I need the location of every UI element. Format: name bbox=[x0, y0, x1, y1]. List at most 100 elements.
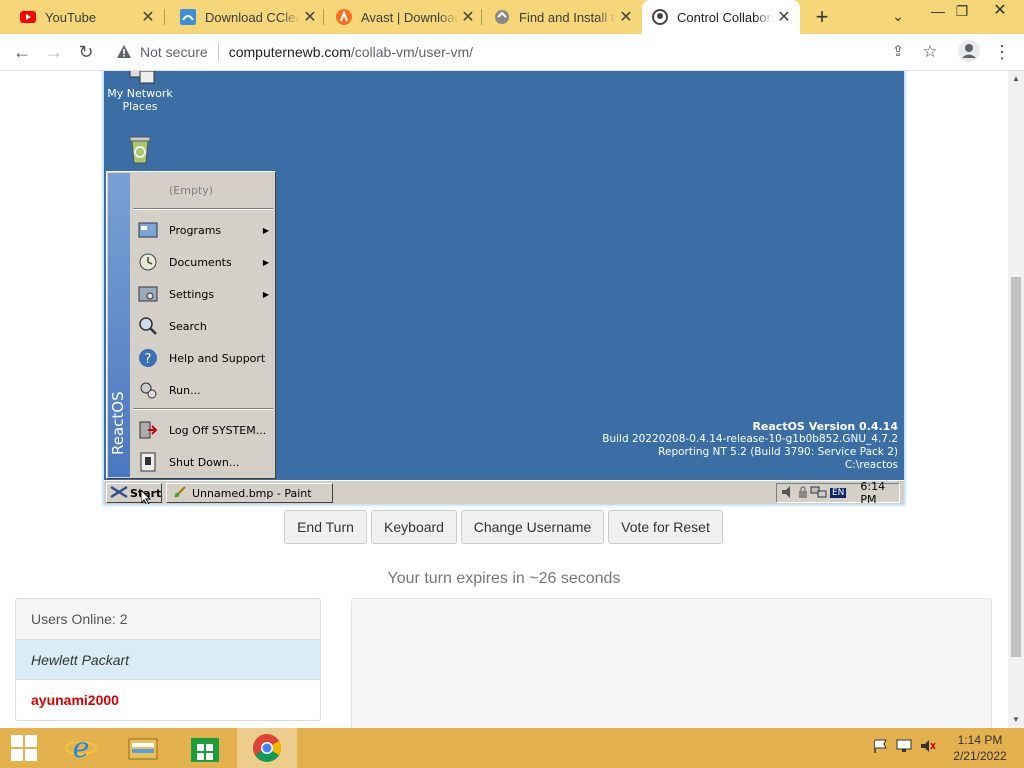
vote-reset-button[interactable]: Vote for Reset bbox=[608, 510, 723, 544]
forward-button[interactable]: → bbox=[42, 40, 66, 64]
menu-item-settings[interactable]: Settings ▶ bbox=[135, 280, 273, 308]
help-icon: ? bbox=[137, 347, 159, 369]
tab-title: Download CCleaner bbox=[205, 9, 300, 25]
tab-find-install[interactable]: Find and Install th ✕ bbox=[474, 0, 642, 34]
chrome-icon bbox=[253, 734, 281, 762]
internet-explorer-icon[interactable]: e bbox=[56, 728, 106, 768]
chrome-taskbar-button[interactable] bbox=[237, 728, 297, 768]
scroll-down-icon[interactable]: ▼ bbox=[1012, 715, 1020, 724]
network-tray-icon[interactable] bbox=[896, 738, 912, 759]
avast-icon bbox=[336, 9, 352, 25]
restore-button[interactable]: ❐ bbox=[946, 0, 978, 24]
menu-item-empty: (Empty) bbox=[169, 183, 214, 197]
users-online-header: Users Online: 2 bbox=[16, 599, 320, 640]
menu-item-label: Log Off SYSTEM... bbox=[169, 423, 267, 437]
store-icon[interactable] bbox=[180, 728, 230, 768]
scrollbar-thumb[interactable] bbox=[1011, 277, 1021, 657]
desktop-icon-label: My Network Places bbox=[107, 87, 173, 113]
end-turn-button[interactable]: End Turn bbox=[284, 510, 367, 544]
browser-toolbar: ← → ↻ Not secure computernewb.com/collab… bbox=[0, 34, 1024, 71]
shutdown-icon bbox=[137, 451, 159, 473]
lock-icon[interactable] bbox=[796, 485, 810, 502]
reactos-logo-icon bbox=[110, 485, 128, 502]
windows-taskbar: e 1:14 PM 2/21/2022 bbox=[0, 728, 1024, 768]
bookmark-star-icon[interactable]: ☆ bbox=[918, 40, 942, 64]
mouse-pointer-icon bbox=[140, 488, 152, 504]
language-indicator[interactable]: EN bbox=[830, 488, 847, 498]
install-icon bbox=[494, 9, 510, 25]
windows-start-button[interactable] bbox=[0, 728, 48, 768]
menu-kebab-icon[interactable]: ⋮ bbox=[990, 40, 1014, 64]
logoff-icon bbox=[137, 419, 159, 441]
menu-item-label: Shut Down... bbox=[169, 455, 240, 469]
menu-item-logoff[interactable]: Log Off SYSTEM... bbox=[135, 416, 273, 444]
submenu-arrow-icon: ▶ bbox=[262, 289, 269, 299]
desktop-icon-recycle-bin[interactable] bbox=[104, 133, 176, 167]
menu-item-programs[interactable]: Programs ▶ bbox=[135, 216, 273, 244]
back-button[interactable]: ← bbox=[10, 40, 34, 64]
browser-tab-strip: YouTube ✕ Download CCleaner ✕ Avast | Do… bbox=[0, 0, 1024, 34]
security-label: Not secure bbox=[140, 44, 208, 60]
tab-title: Find and Install th bbox=[519, 9, 616, 25]
users-panel: Users Online: 2 Hewlett Packart ayunami2… bbox=[15, 598, 321, 721]
reload-button[interactable]: ↻ bbox=[74, 40, 98, 64]
windows-clock[interactable]: 1:14 PM 2/21/2022 bbox=[944, 732, 1016, 764]
tab-title: Control Collabora bbox=[677, 9, 774, 25]
vm-taskbar-window-paint[interactable]: Unnamed.bmp - Paint bbox=[166, 483, 333, 503]
vm-taskbar: Start Unnamed.bmp - Paint EN 6:14 PM bbox=[104, 480, 904, 504]
desktop-icon-network-places[interactable]: My Network Places bbox=[104, 71, 176, 113]
recycle-bin-icon bbox=[104, 133, 176, 167]
menu-item-shutdown[interactable]: Shut Down... bbox=[135, 448, 273, 476]
clock-time: 1:14 PM bbox=[957, 733, 1003, 747]
start-menu: ReactOS (Empty) Programs ▶ Documents ▶ Set… bbox=[106, 171, 276, 479]
paint-icon bbox=[173, 485, 187, 502]
close-icon[interactable]: ✕ bbox=[138, 7, 158, 27]
menu-item-search[interactable]: Search bbox=[135, 312, 273, 340]
user-row-hewlett-packart[interactable]: Hewlett Packart bbox=[16, 640, 320, 680]
documents-icon bbox=[137, 251, 159, 273]
scroll-up-icon[interactable]: ▲ bbox=[1012, 74, 1020, 83]
vm-screen[interactable]: My Network Places ReactOS (Empty) Progra… bbox=[104, 71, 904, 504]
network-icon[interactable] bbox=[810, 485, 828, 502]
run-icon bbox=[137, 379, 159, 401]
tab-avast[interactable]: Avast | Download ✕ bbox=[316, 0, 484, 34]
close-window-button[interactable]: ✕ bbox=[984, 0, 1016, 24]
version-info: ReactOS Version 0.4.14 Build 20220208-0.… bbox=[602, 420, 898, 471]
file-explorer-icon[interactable] bbox=[118, 728, 168, 768]
ccleaner-icon bbox=[180, 9, 196, 25]
clock-date: 2/21/2022 bbox=[953, 749, 1007, 763]
address-bar[interactable]: Not secure computernewb.com/collab-vm/us… bbox=[104, 37, 950, 67]
menu-item-help[interactable]: ? Help and Support bbox=[135, 344, 273, 372]
flag-icon[interactable] bbox=[872, 738, 888, 759]
tab-search-chevron-icon[interactable]: ⌄ bbox=[882, 5, 914, 29]
tab-youtube[interactable]: YouTube ✕ bbox=[0, 0, 164, 34]
tab-ccleaner[interactable]: Download CCleaner ✕ bbox=[160, 0, 326, 34]
menu-item-label: Run... bbox=[169, 383, 201, 397]
youtube-icon bbox=[20, 9, 36, 25]
vm-start-button[interactable]: Start bbox=[106, 483, 162, 503]
network-places-icon bbox=[104, 71, 176, 87]
vm-window-label: Unnamed.bmp - Paint bbox=[192, 486, 312, 500]
menu-item-label: Help and Support bbox=[169, 351, 266, 365]
chat-box[interactable] bbox=[351, 598, 992, 728]
profile-avatar[interactable] bbox=[957, 40, 981, 64]
keyboard-button[interactable]: Keyboard bbox=[371, 510, 457, 544]
share-icon[interactable]: ⇪ bbox=[886, 40, 910, 64]
tab-collabvm[interactable]: Control Collabora ✕ bbox=[642, 0, 800, 34]
close-icon[interactable]: ✕ bbox=[774, 7, 794, 27]
volume-muted-icon[interactable] bbox=[920, 738, 936, 759]
menu-item-documents[interactable]: Documents ▶ bbox=[135, 248, 273, 276]
warning-icon bbox=[116, 44, 132, 60]
volume-icon[interactable] bbox=[780, 485, 796, 502]
menu-item-run[interactable]: Run... bbox=[135, 376, 273, 404]
menu-item-label: Settings bbox=[169, 287, 215, 301]
page-scrollbar[interactable]: ▲ ▼ bbox=[1008, 71, 1024, 728]
close-icon[interactable]: ✕ bbox=[616, 7, 636, 27]
collabvm-icon bbox=[652, 9, 668, 25]
change-username-button[interactable]: Change Username bbox=[461, 510, 604, 544]
new-tab-button[interactable]: + bbox=[811, 4, 833, 30]
user-row-ayunami2000[interactable]: ayunami2000 bbox=[16, 680, 320, 720]
svg-text:e: e bbox=[73, 733, 90, 763]
tab-title: Avast | Download bbox=[361, 9, 458, 25]
settings-icon bbox=[137, 283, 159, 305]
